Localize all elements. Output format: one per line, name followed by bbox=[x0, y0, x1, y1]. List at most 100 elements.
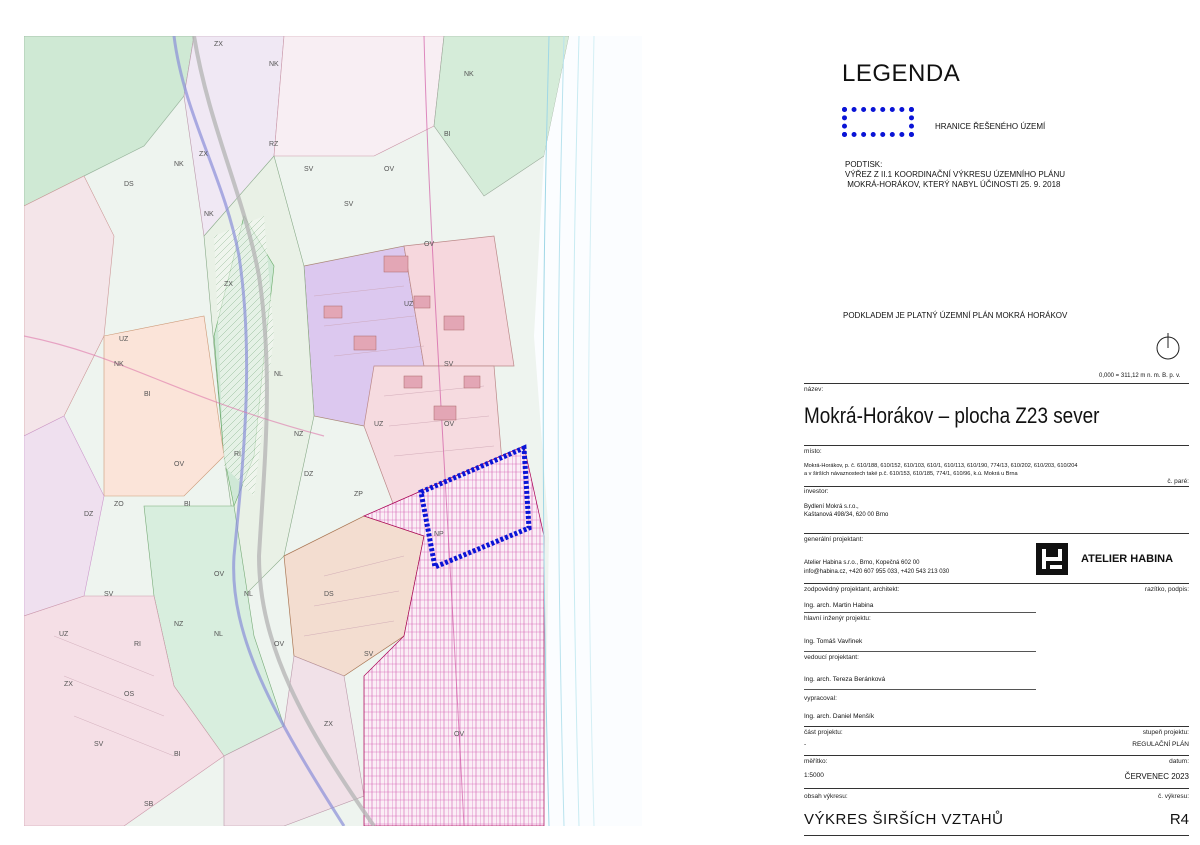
date-value: ČERVENEC 2023 bbox=[1124, 772, 1189, 781]
map-zone-label: NK bbox=[174, 161, 184, 168]
date-label: datum: bbox=[1169, 758, 1189, 765]
height-reference: 0,000 = 311,12 m n. m. B. p. v. bbox=[1099, 373, 1181, 379]
title-block: název: Mokrá-Horákov – plocha Z23 sever … bbox=[804, 383, 1189, 838]
drafted-name: Ing. arch. Daniel Menšík bbox=[804, 713, 875, 720]
map-zone-label: NK bbox=[114, 361, 124, 368]
map-zone-label: SB bbox=[144, 801, 154, 808]
investor-line-2: Kaštanová 498/34, 620 00 Brno bbox=[804, 512, 889, 518]
map-zone-label: ZO bbox=[114, 501, 124, 508]
map-zone-label: SV bbox=[444, 361, 454, 368]
map-zone-label: NK bbox=[269, 61, 279, 68]
drawing-number: R4 bbox=[1169, 811, 1189, 828]
lead-designer-name: Ing. arch. Tereza Beránková bbox=[804, 676, 886, 683]
drawing-number-label: č. výkresu: bbox=[1157, 793, 1189, 800]
map-zone-label: DS bbox=[324, 591, 334, 598]
divider bbox=[804, 726, 1189, 727]
divider bbox=[804, 533, 1189, 534]
investor-line-1: Bydlení Mokrá s.r.o., bbox=[804, 504, 859, 510]
project-stage-value: REGULAČNÍ PLÁN bbox=[1132, 741, 1189, 748]
map-zone-label: ZP bbox=[354, 491, 363, 498]
map-zone-label: RI bbox=[134, 641, 141, 648]
divider bbox=[804, 689, 1036, 690]
map-zone-label: OV bbox=[444, 421, 454, 428]
drafted-label: vypracoval: bbox=[804, 695, 837, 702]
copy-label: č. paré: bbox=[1167, 478, 1189, 485]
north-arrow-icon bbox=[1156, 333, 1180, 360]
chief-engineer-name: Ing. Tomáš Vavřinek bbox=[804, 638, 863, 645]
boundary-swatch bbox=[842, 107, 914, 137]
divider bbox=[804, 583, 1189, 584]
general-designer-label: generální projektant: bbox=[804, 536, 864, 543]
investor-label: investor: bbox=[804, 488, 829, 495]
map-zone-label: ZX bbox=[224, 281, 233, 288]
responsible-name: Ing. arch. Martin Habina bbox=[804, 602, 874, 609]
project-stage-label: stupeň projektu: bbox=[1142, 729, 1189, 736]
divider bbox=[804, 651, 1036, 652]
map-zone-label: RZ bbox=[269, 141, 279, 148]
map-zone-label: OV bbox=[424, 241, 434, 248]
divider bbox=[804, 486, 1189, 487]
map-zone-label: NP bbox=[434, 531, 444, 538]
map-drawing: ZX NK ZX NK RZ SV OV BI NK NK DS SV OV UZ ZX UZ SV NK NL OV… bbox=[24, 36, 642, 826]
chief-engineer-label: hlavní inženýr projektu: bbox=[804, 615, 871, 622]
project-part-label: část projektu: bbox=[804, 729, 843, 736]
divider bbox=[804, 383, 1189, 384]
podklad-note: PODKLADEM JE PLATNÝ ÚZEMNÍ PLÁN MOKRÁ HO… bbox=[843, 311, 1068, 320]
map-zone-label: SV bbox=[104, 591, 114, 598]
map-zone-label: NL bbox=[274, 371, 283, 378]
lead-designer-label: vedoucí projektant: bbox=[804, 654, 859, 661]
general-designer-line-1: Atelier Habina s.r.o., Brno, Kopečná 602… bbox=[804, 560, 920, 566]
project-part-value: - bbox=[804, 741, 807, 748]
map-zone-label: NL bbox=[214, 631, 223, 638]
scale-value: 1:5000 bbox=[804, 772, 824, 779]
map-zone-label: OV bbox=[174, 461, 184, 468]
map-zone-label: BI bbox=[174, 751, 181, 758]
podtisk-note: PODTISK: VÝŘEZ Z II.1 KOORDINAČNÍ VÝKRES… bbox=[845, 160, 1066, 189]
map-zone-label: UZ bbox=[374, 421, 384, 428]
map-zone-label: ZX bbox=[214, 41, 223, 48]
map-zone-label: BI bbox=[144, 391, 151, 398]
map-zone-label: BI bbox=[184, 501, 191, 508]
responsible-label: zodpovědný projektant, architekt: bbox=[804, 586, 900, 593]
map-zone-label: SV bbox=[344, 201, 354, 208]
map-zone-label: BI bbox=[444, 131, 451, 138]
drawing-content: VÝKRES ŠIRŠÍCH VZTAHŮ bbox=[804, 811, 1004, 828]
map-zone-label: OV bbox=[214, 571, 224, 578]
divider bbox=[804, 755, 1189, 756]
map-zone-label: SV bbox=[364, 651, 374, 658]
map-zone-label: NZ bbox=[174, 621, 184, 628]
map-zone-label: DZ bbox=[304, 471, 314, 478]
drawing-content-label: obsah výkresu: bbox=[804, 793, 848, 800]
map-zone-label: SV bbox=[304, 166, 314, 173]
map-zone-label: UZ bbox=[59, 631, 69, 638]
map-zone-label: DS bbox=[124, 181, 134, 188]
divider bbox=[804, 835, 1189, 836]
map-zone-label: UZ bbox=[119, 336, 129, 343]
map-zone-label: OV bbox=[384, 166, 394, 173]
map-zone-label: OV bbox=[454, 731, 464, 738]
map-zone-label: UZ bbox=[404, 301, 414, 308]
legend-title: LEGENDA bbox=[842, 60, 961, 87]
map-zone-label: NL bbox=[244, 591, 253, 598]
map-zone-label: RI bbox=[234, 451, 241, 458]
map-excerpt[interactable]: ZX NK ZX NK RZ SV OV BI NK NK DS SV OV UZ ZX UZ SV NK NL OV… bbox=[24, 36, 642, 826]
map-zone-label: OV bbox=[274, 641, 284, 648]
scale-label: měřítko: bbox=[804, 758, 828, 765]
place-line-1: Mokrá-Horákov, p. č. 610/188, 610/152, 6… bbox=[804, 463, 1078, 469]
map-zone-label: OS bbox=[124, 691, 134, 698]
boundary-label: HRANICE ŘEŠENÉHO ÚZEMÍ bbox=[935, 122, 1046, 131]
place-line-2: a v širších návaznostech také p.č. 610/1… bbox=[804, 471, 1018, 477]
map-zone-label: ZX bbox=[199, 151, 208, 158]
atelier-habina-logo-icon bbox=[1036, 543, 1068, 575]
place-label: místo: bbox=[804, 448, 822, 455]
divider bbox=[804, 445, 1189, 446]
map-zone-label: NZ bbox=[294, 431, 304, 438]
divider bbox=[804, 612, 1036, 613]
map-zone-label: DZ bbox=[84, 511, 94, 518]
map-zone-label: NK bbox=[464, 71, 474, 78]
general-designer-line-2: info@habina.cz, +420 607 955 033, +420 5… bbox=[804, 569, 950, 575]
map-zone-label: ZX bbox=[324, 721, 333, 728]
divider bbox=[804, 788, 1189, 789]
name-label: název: bbox=[804, 386, 824, 393]
atelier-habina-logo-text: ATELIER HABINA bbox=[1081, 553, 1174, 565]
